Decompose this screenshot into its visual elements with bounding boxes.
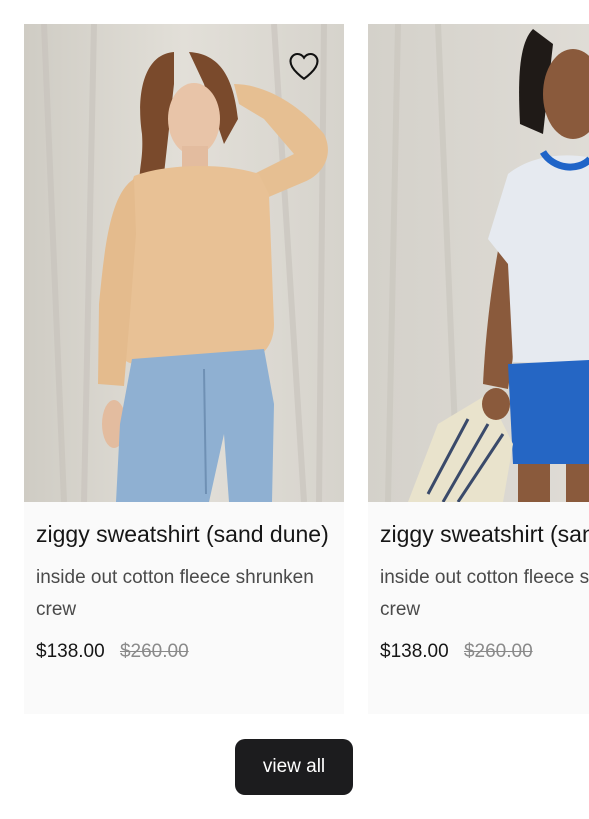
sale-price: $138.00 [36,641,105,662]
view-all-button[interactable]: view all [235,739,353,795]
product-card[interactable]: ziggy sweatshirt (sand dune) inside out … [24,24,344,714]
compare-at-price: $260.00 [463,641,533,662]
product-card[interactable]: ziggy sweatshirt (sand dune) inside out … [368,24,589,714]
product-description: inside out cotton fleece shrunken crew [380,567,589,620]
product-name[interactable]: ziggy sweatshirt (sand dune) [380,516,589,552]
product-image[interactable] [24,24,344,502]
sale-price: $138.00 [380,641,449,662]
product-name[interactable]: ziggy sweatshirt (sand dune) [36,516,336,552]
wishlist-heart-icon[interactable] [286,48,322,84]
product-image[interactable] [368,24,589,502]
price-row: $138.00 $260.00 [36,638,336,666]
price-row: $138.00 $260.00 [380,638,589,666]
product-description: inside out cotton fleece shrunken crew [36,567,314,620]
product-carousel: ziggy sweatshirt (sand dune) inside out … [0,0,589,730]
compare-at-price: $260.00 [119,641,189,662]
